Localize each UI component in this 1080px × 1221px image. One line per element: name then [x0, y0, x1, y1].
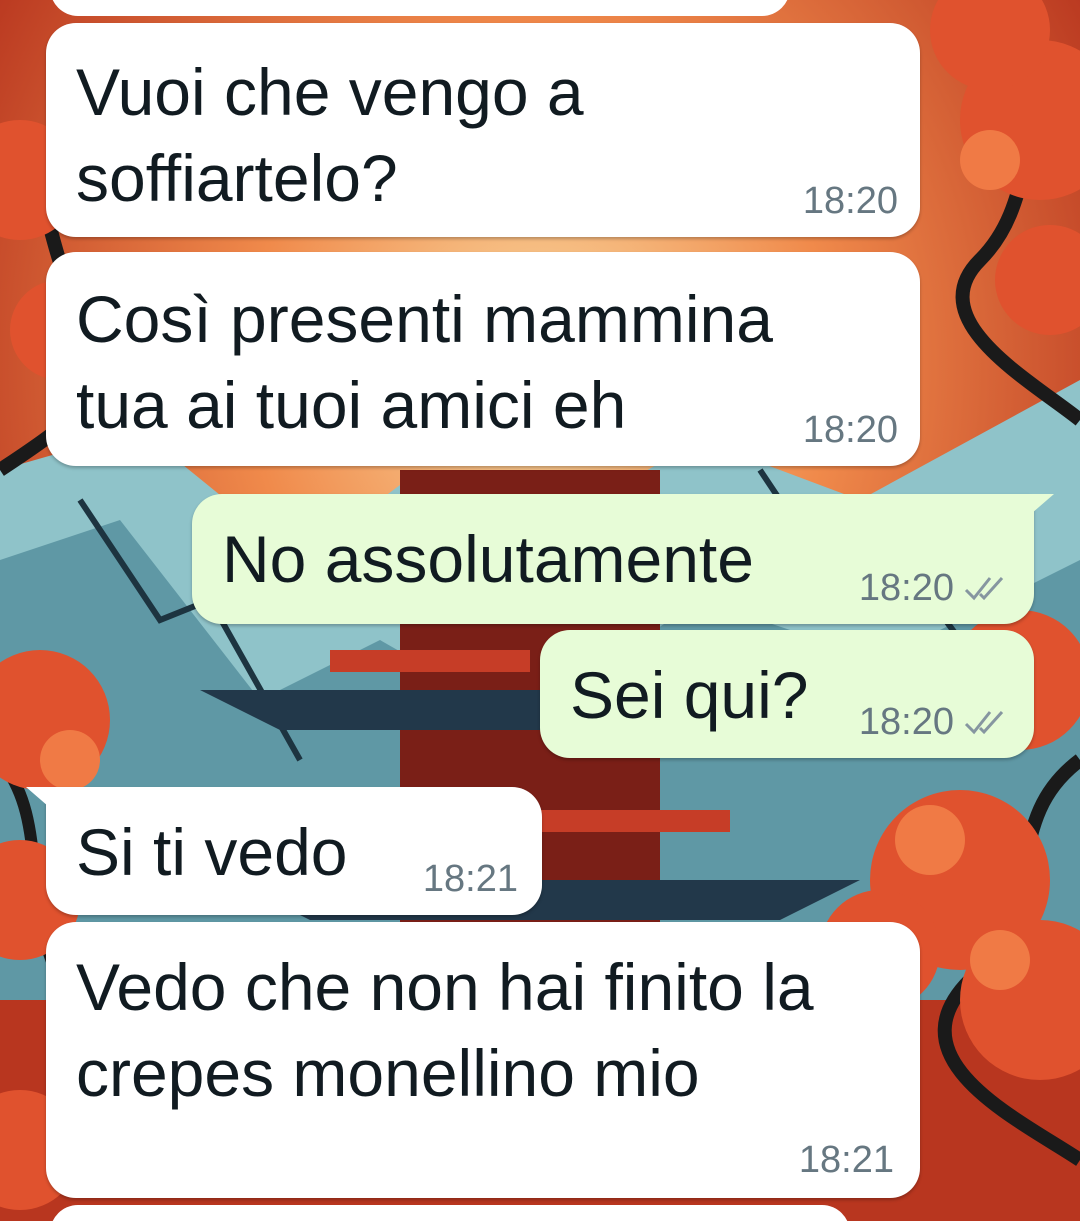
message-line: soffiartelo? — [76, 141, 398, 215]
message-line: Si ti vedo — [76, 815, 348, 889]
message-line: Sei qui? — [570, 658, 809, 732]
message-bubble-incoming[interactable]: Così presenti mammina tua ai tuoi amici … — [46, 252, 920, 466]
message-timestamp: 18:21 — [422, 858, 518, 900]
message-timestamp: 18:20 — [858, 701, 954, 743]
message-text: Si ti vedo — [76, 809, 347, 895]
message-bubble-incoming[interactable]: Vuoi che vengo a soffiartelo? 18:20 — [46, 23, 920, 237]
message-text: No assolutamente — [222, 516, 754, 602]
double-check-icon — [964, 710, 1004, 735]
message-line: Vuoi che vengo a — [76, 55, 584, 129]
message-line: crepes monellino mio — [76, 1036, 700, 1110]
message-line: Così presenti mammina — [76, 282, 773, 356]
message-timestamp: 18:20 — [858, 567, 954, 609]
message-text: Così presenti mammina tua ai tuoi amici … — [76, 276, 773, 448]
message-line: tua ai tuoi amici eh — [76, 368, 627, 442]
message-timestamp: 18:20 — [802, 180, 898, 222]
message-text: Vedo che non hai finito la crepes monell… — [76, 944, 814, 1116]
bubble-tail — [26, 787, 56, 813]
message-text: Sei qui? — [570, 652, 809, 738]
message-bubble-incoming[interactable]: Si ti vedo 18:21 — [26, 787, 542, 915]
message-bubble-incoming[interactable]: Vedo che non hai finito la crepes monell… — [46, 922, 920, 1198]
double-check-icon — [964, 576, 1004, 601]
message-text: Vuoi che vengo a soffiartelo? — [76, 49, 584, 221]
message-line: Vedo che non hai finito la — [76, 950, 814, 1024]
message-line: No assolutamente — [222, 522, 754, 596]
message-bubble-outgoing[interactable]: Sei qui? 18:20 — [540, 630, 1034, 758]
message-timestamp: 18:20 — [802, 409, 898, 451]
bubble-tail — [1024, 494, 1054, 520]
message-timestamp: 18:21 — [798, 1139, 894, 1181]
message-bubble-outgoing[interactable]: No assolutamente 18:20 — [192, 494, 1054, 624]
